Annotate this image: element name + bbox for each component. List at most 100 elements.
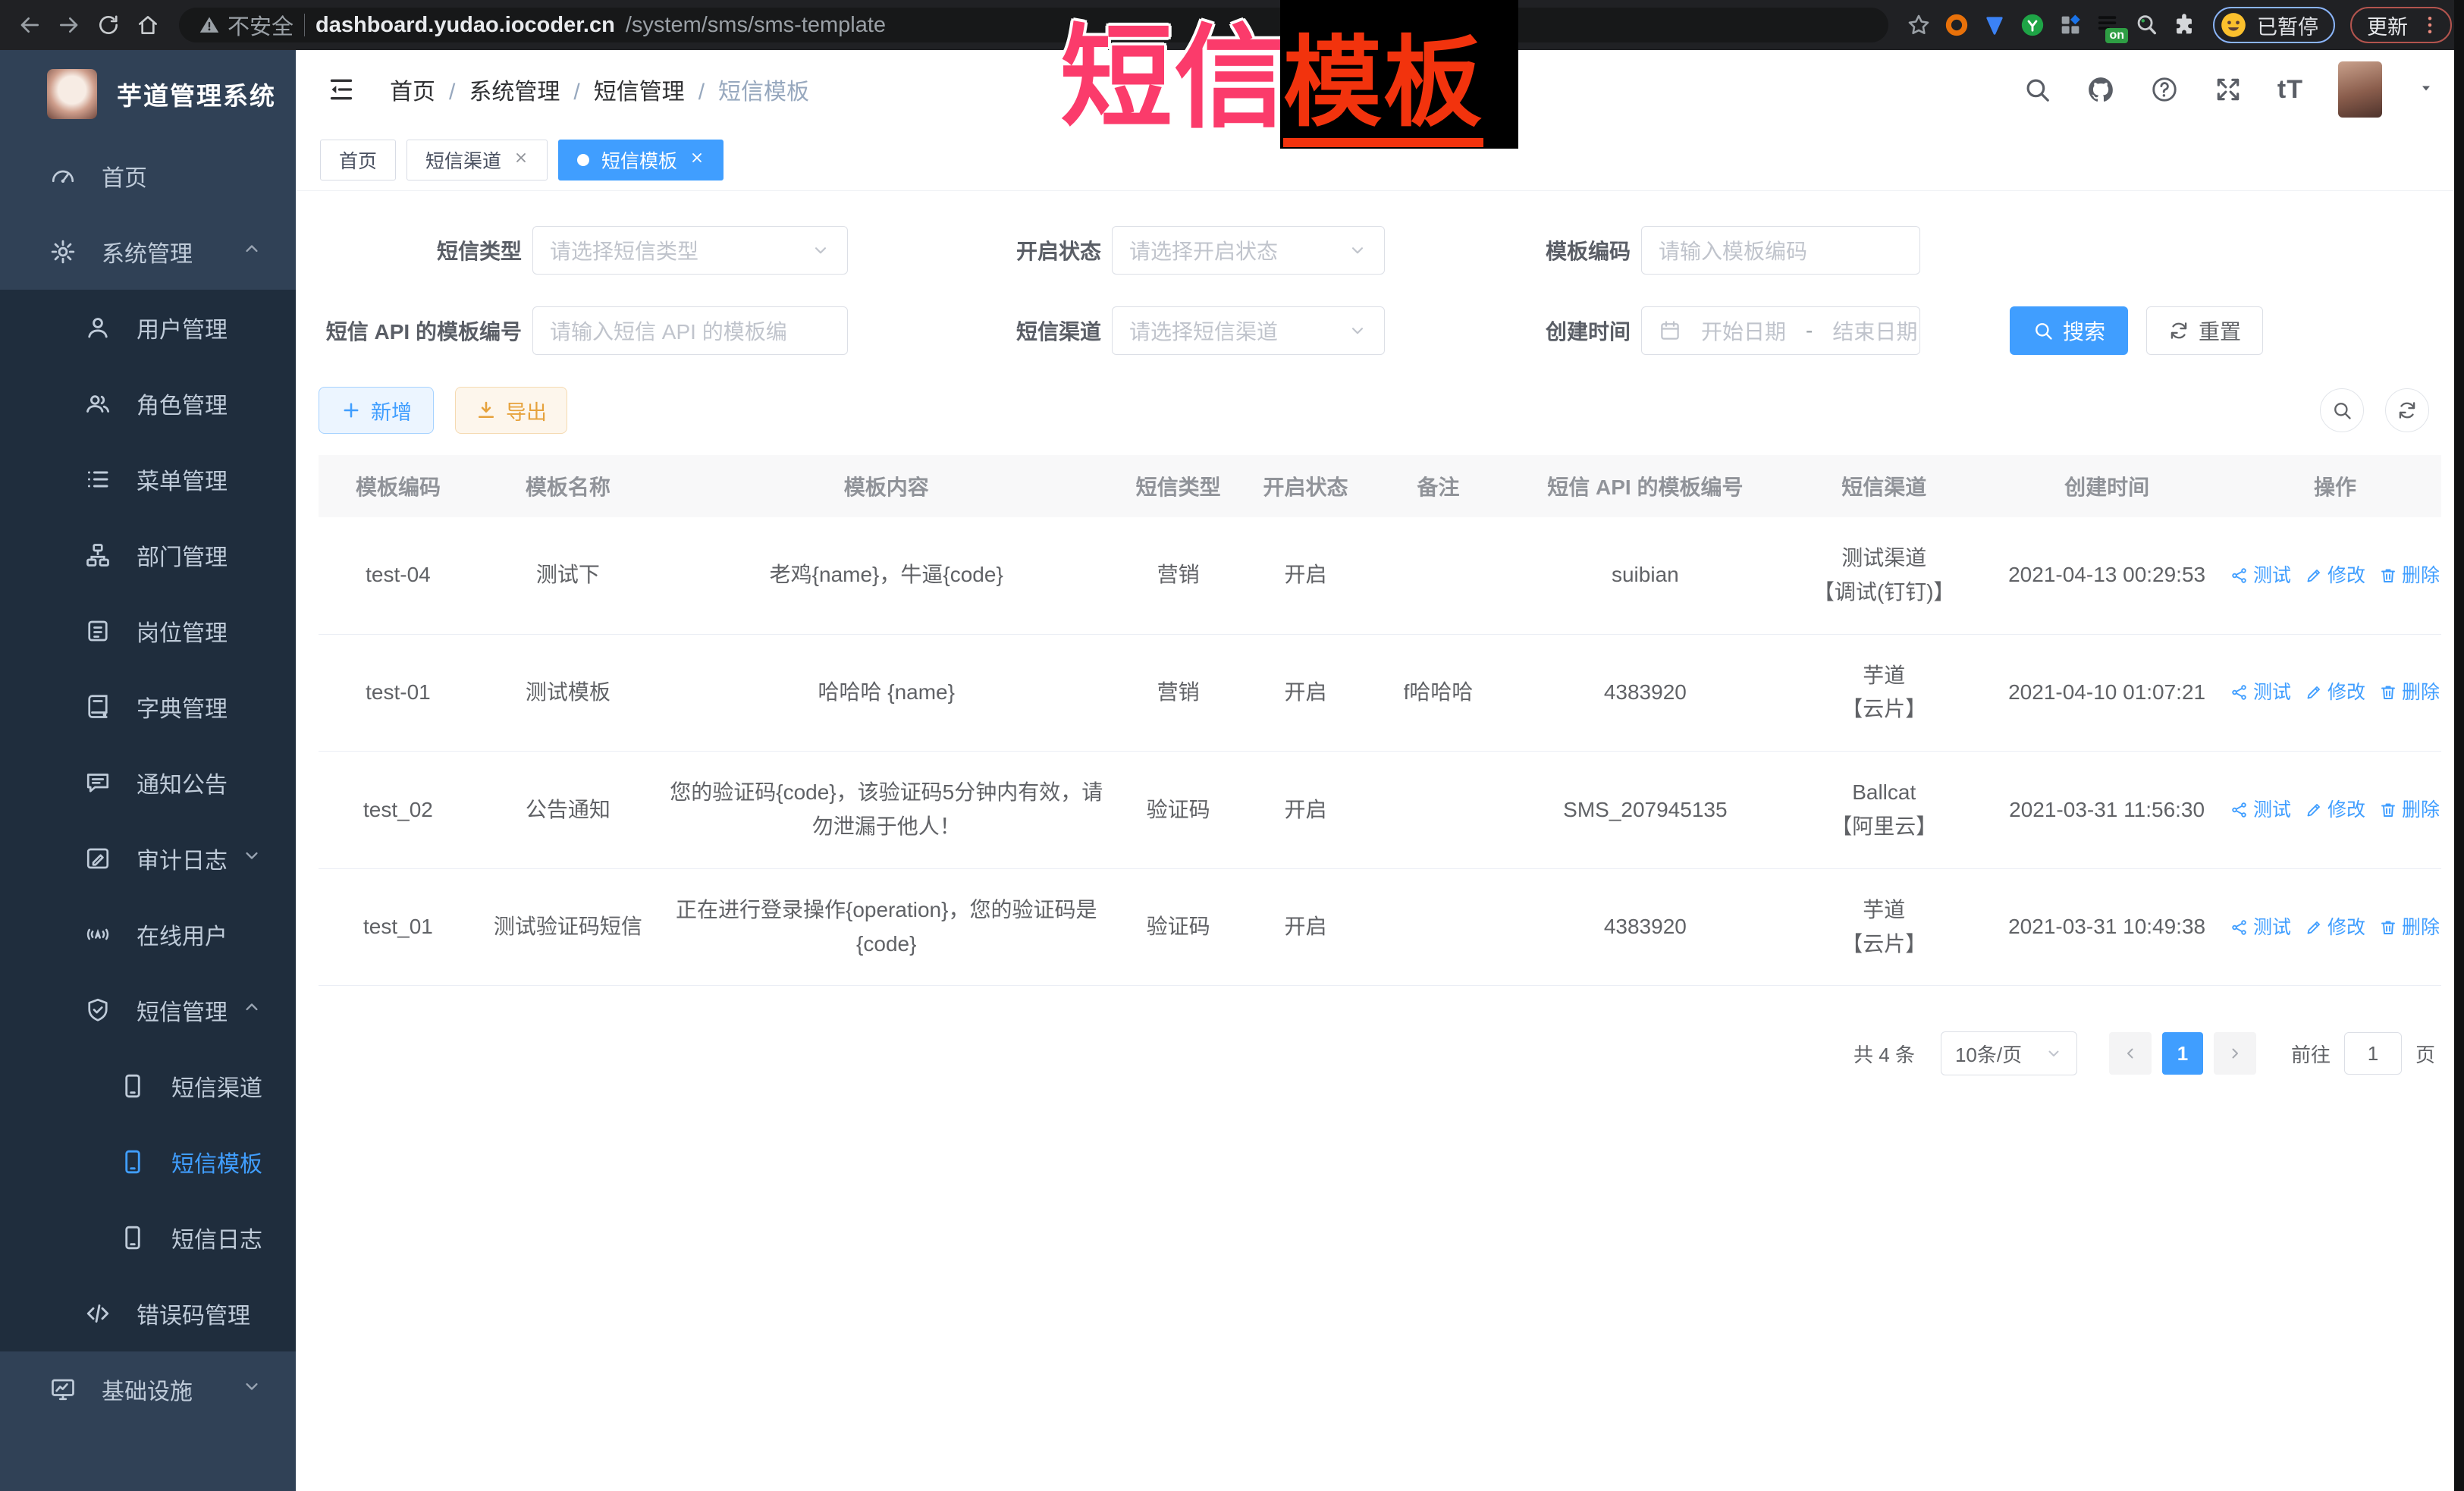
sidebar-item-infrastructure[interactable]: 基础设施 [0, 1351, 296, 1427]
user-menu-caret-icon[interactable] [2417, 79, 2435, 101]
edit-link[interactable]: 修改 [2305, 677, 2365, 708]
delete-link[interactable]: 删除 [2379, 795, 2440, 825]
breadcrumb-system[interactable]: 系统管理 [469, 73, 593, 106]
sidebar-item-label: 字典管理 [137, 690, 228, 724]
phone-icon [117, 1224, 149, 1251]
edit-link[interactable]: 修改 [2305, 795, 2365, 825]
cell-actions: 测试 修改 删除 [2229, 752, 2441, 869]
sidebar-logo-row[interactable]: 芋道管理系统 [0, 50, 296, 138]
close-icon[interactable] [513, 149, 529, 171]
add-button[interactable]: 新增 [319, 387, 434, 434]
close-icon[interactable] [689, 149, 705, 171]
placeholder-text: 请选择短信渠道 [1129, 315, 1348, 346]
edit-link[interactable]: 修改 [2305, 560, 2365, 591]
browser-back-button[interactable] [12, 8, 47, 42]
extension-grid-icon[interactable] [2054, 8, 2087, 42]
channel-name: 测试渠道 [1792, 541, 1976, 576]
refresh-table-button[interactable] [2385, 388, 2429, 432]
font-size-icon[interactable]: tT [2277, 75, 2303, 105]
sidebar-item-online-users[interactable]: 在线用户 [0, 896, 296, 972]
tab-home[interactable]: 首页 [320, 140, 396, 180]
delete-link[interactable]: 删除 [2379, 560, 2440, 591]
sidebar-item-role-management[interactable]: 角色管理 [0, 366, 296, 441]
page-size-select[interactable]: 10条/页 [1941, 1031, 2077, 1075]
refresh-icon [2168, 320, 2189, 341]
filter-row-2: 短信 API 的模板编号 请输入短信 API 的模板编 短信渠道 请选择短信渠道… [319, 306, 2441, 355]
sidebar-item-post-management[interactable]: 岗位管理 [0, 593, 296, 669]
page-scrollbar[interactable] [2454, 0, 2464, 1491]
github-icon[interactable] [2086, 75, 2115, 104]
extension-green-icon[interactable] [2016, 8, 2049, 42]
sidebar-item-sms-channel[interactable]: 短信渠道 [0, 1048, 296, 1124]
bookmark-star-icon[interactable] [1902, 8, 1935, 42]
sidebar-item-home[interactable]: 首页 [0, 138, 296, 214]
extensions-puzzle-icon[interactable] [2167, 8, 2201, 42]
sidebar-item-label: 系统管理 [102, 235, 193, 268]
browser-reload-button[interactable] [91, 8, 126, 42]
placeholder-text: 请选择开启状态 [1129, 235, 1348, 265]
sms-type-label: 短信类型 [319, 235, 522, 265]
browser-home-button[interactable] [130, 8, 165, 42]
create-time-range-picker[interactable]: 开始日期 - 结束日期 [1641, 306, 1920, 355]
extension-list-on-icon[interactable]: on [2092, 8, 2125, 42]
search-icon [2331, 400, 2353, 421]
test-link[interactable]: 测试 [2230, 560, 2291, 591]
chevron-down-icon [1348, 240, 1367, 260]
show-search-toggle-button[interactable] [2320, 388, 2364, 432]
extension-donut-icon[interactable] [1940, 8, 1973, 42]
annotation-black-box: 模板 [1280, 0, 1518, 149]
sidebar-item-user-management[interactable]: 用户管理 [0, 290, 296, 366]
prev-page-button[interactable] [2109, 1032, 2152, 1075]
breadcrumb-sms[interactable]: 短信管理 [594, 73, 718, 106]
browser-forward-button[interactable] [52, 8, 86, 42]
sidebar-item-dict-management[interactable]: 字典管理 [0, 669, 296, 745]
sidebar-item-audit-log[interactable]: 审计日志 [0, 821, 296, 896]
extension-magnifier-icon[interactable] [2130, 8, 2163, 42]
edit-link[interactable]: 修改 [2305, 912, 2365, 943]
fullscreen-icon[interactable] [2214, 75, 2243, 104]
next-page-button[interactable] [2214, 1032, 2256, 1075]
help-icon[interactable] [2150, 75, 2179, 104]
kebab-menu-icon[interactable] [2418, 14, 2441, 36]
sidebar-item-sms-template[interactable]: 短信模板 [0, 1124, 296, 1200]
sidebar-item-menu-management[interactable]: 菜单管理 [0, 441, 296, 517]
sidebar-collapse-button[interactable] [325, 73, 358, 106]
monitor-icon [47, 1376, 79, 1403]
cell-channel: 芋道【云片】 [1783, 634, 1985, 752]
chevron-down-icon [241, 845, 262, 872]
sms-type-select[interactable]: 请选择短信类型 [532, 226, 848, 275]
search-button[interactable]: 搜索 [2010, 306, 2128, 355]
sidebar-item-notice[interactable]: 通知公告 [0, 745, 296, 821]
col-actions: 操作 [2229, 455, 2441, 517]
channel-select[interactable]: 请选择短信渠道 [1112, 306, 1385, 355]
test-link[interactable]: 测试 [2230, 912, 2291, 943]
browser-update-button[interactable]: 更新 [2350, 7, 2452, 43]
avatar[interactable] [2338, 61, 2382, 118]
api-template-id-input[interactable]: 请输入短信 API 的模板编 [532, 306, 848, 355]
not-secure-warning[interactable]: 不安全 [199, 9, 293, 41]
extension-drop-icon[interactable] [1978, 8, 2011, 42]
sidebar-item-label: 错误码管理 [137, 1297, 250, 1330]
search-icon[interactable] [2023, 75, 2051, 104]
delete-link[interactable]: 删除 [2379, 677, 2440, 708]
sidebar-item-sms-log[interactable]: 短信日志 [0, 1200, 296, 1276]
tab-sms-channel[interactable]: 短信渠道 [406, 140, 548, 180]
export-button[interactable]: 导出 [455, 387, 567, 434]
address-bar[interactable]: 不安全 dashboard.yudao.iocoder.cn/system/sm… [179, 8, 1888, 42]
sidebar-item-system-management[interactable]: 系统管理 [0, 214, 296, 290]
tab-sms-template[interactable]: 短信模板 [558, 140, 724, 180]
goto-page-input[interactable] [2344, 1032, 2402, 1075]
reset-button[interactable]: 重置 [2146, 306, 2263, 355]
template-code-input[interactable]: 请输入模板编码 [1641, 226, 1920, 275]
test-link[interactable]: 测试 [2230, 795, 2291, 825]
sidebar-item-sms-management[interactable]: 短信管理 [0, 972, 296, 1048]
test-link[interactable]: 测试 [2230, 677, 2291, 708]
sidebar-item-label: 用户管理 [137, 311, 228, 344]
delete-link[interactable]: 删除 [2379, 912, 2440, 943]
status-select[interactable]: 请选择开启状态 [1112, 226, 1385, 275]
breadcrumb-home[interactable]: 首页 [390, 73, 469, 106]
browser-profile-chip[interactable]: 已暂停 [2213, 7, 2335, 43]
current-page-button[interactable]: 1 [2162, 1032, 2203, 1075]
sidebar-item-error-code[interactable]: 错误码管理 [0, 1276, 296, 1351]
sidebar-item-department-management[interactable]: 部门管理 [0, 517, 296, 593]
